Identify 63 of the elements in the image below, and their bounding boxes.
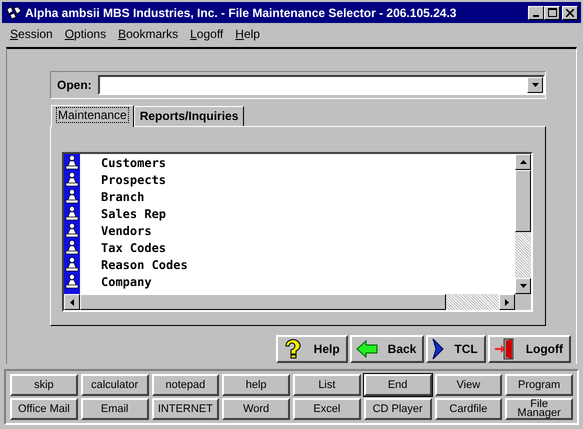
menu-item[interactable]: Session	[10, 27, 53, 41]
toolbar-button[interactable]: Office Mail	[10, 398, 78, 420]
tab[interactable]: Maintenance	[51, 105, 134, 127]
help-button[interactable]: Help	[276, 335, 348, 363]
open-combo-field[interactable]	[98, 75, 545, 95]
menu-item[interactable]: Options	[64, 27, 106, 41]
minimize-button[interactable]	[528, 6, 544, 20]
horizontal-scrollbar[interactable]	[64, 294, 515, 310]
list-item[interactable]: Customers	[101, 156, 166, 170]
scrollbar-thumb[interactable]	[515, 170, 531, 232]
back-button[interactable]: Back	[350, 335, 424, 363]
toolbar-button[interactable]: INTERNET	[152, 398, 220, 420]
vertical-scrollbar[interactable]	[515, 154, 531, 294]
caret-right-icon	[505, 298, 509, 306]
toolbar-button[interactable]: Word	[222, 398, 290, 420]
open-label: Open:	[57, 78, 92, 92]
list-item[interactable]: Branch	[101, 190, 144, 204]
exit-door-icon	[494, 338, 516, 360]
close-button[interactable]	[562, 6, 578, 20]
toolbar-button[interactable]: help	[222, 374, 290, 396]
scroll-left-button[interactable]	[64, 294, 80, 310]
toolbar-button[interactable]: Excel	[293, 398, 361, 420]
menu-item[interactable]: Help	[235, 27, 260, 41]
left-arrow-icon	[356, 340, 378, 358]
list-item[interactable]: Tax Codes	[101, 240, 166, 254]
list-item[interactable]: Reason Codes	[101, 258, 188, 272]
maximize-button[interactable]	[544, 6, 560, 20]
window-title: Alpha ambsii MBS Industries, Inc. - File Maintenance Selector - 206.105.24.3	[25, 6, 458, 20]
toolbar-button[interactable]: File Manager	[505, 398, 573, 420]
tab[interactable]: Reports/Inquiries	[134, 106, 244, 126]
scroll-up-button[interactable]	[515, 154, 531, 170]
list-item[interactable]: Vendors	[101, 224, 152, 238]
toolbar-button[interactable]: skip	[10, 374, 78, 396]
menu-item[interactable]: Bookmarks	[118, 27, 178, 41]
toolbar-button[interactable]: End	[364, 374, 432, 396]
list-item[interactable]: Prospects	[101, 172, 166, 186]
toolbar-button[interactable]: Email	[80, 398, 148, 420]
caret-down-icon	[532, 83, 538, 87]
scrollbar-corner	[515, 294, 531, 310]
list-item[interactable]: Company	[101, 274, 152, 288]
tcl-button[interactable]: TCL	[426, 335, 486, 363]
caret-down-icon	[520, 284, 526, 288]
toolbar-button[interactable]: Cardfile	[434, 398, 502, 420]
caret-up-icon	[520, 160, 526, 164]
chevron-icon	[432, 338, 444, 360]
toolbar-button[interactable]: Program	[505, 374, 573, 396]
app-icon	[6, 6, 22, 20]
toolbar-button[interactable]: CD Player	[364, 398, 432, 420]
maximize-icon	[548, 8, 556, 17]
menu-item[interactable]: Logoff	[190, 27, 224, 41]
list-item[interactable]: Sales Rep	[101, 206, 166, 220]
caret-left-icon	[70, 298, 74, 306]
toolbar-button[interactable]: List	[293, 374, 361, 396]
scroll-down-button[interactable]	[515, 278, 531, 294]
scrollbar-thumb[interactable]	[80, 294, 446, 310]
minimize-icon	[533, 14, 539, 16]
close-icon	[566, 8, 574, 16]
scroll-right-button[interactable]	[499, 294, 515, 310]
toolbar-button[interactable]: notepad	[152, 374, 220, 396]
toolbar-button[interactable]: calculator	[80, 374, 148, 396]
logoff-button[interactable]: Logoff	[488, 335, 571, 363]
toolbar-button[interactable]: View	[434, 374, 502, 396]
dropdown-button[interactable]	[527, 77, 543, 93]
